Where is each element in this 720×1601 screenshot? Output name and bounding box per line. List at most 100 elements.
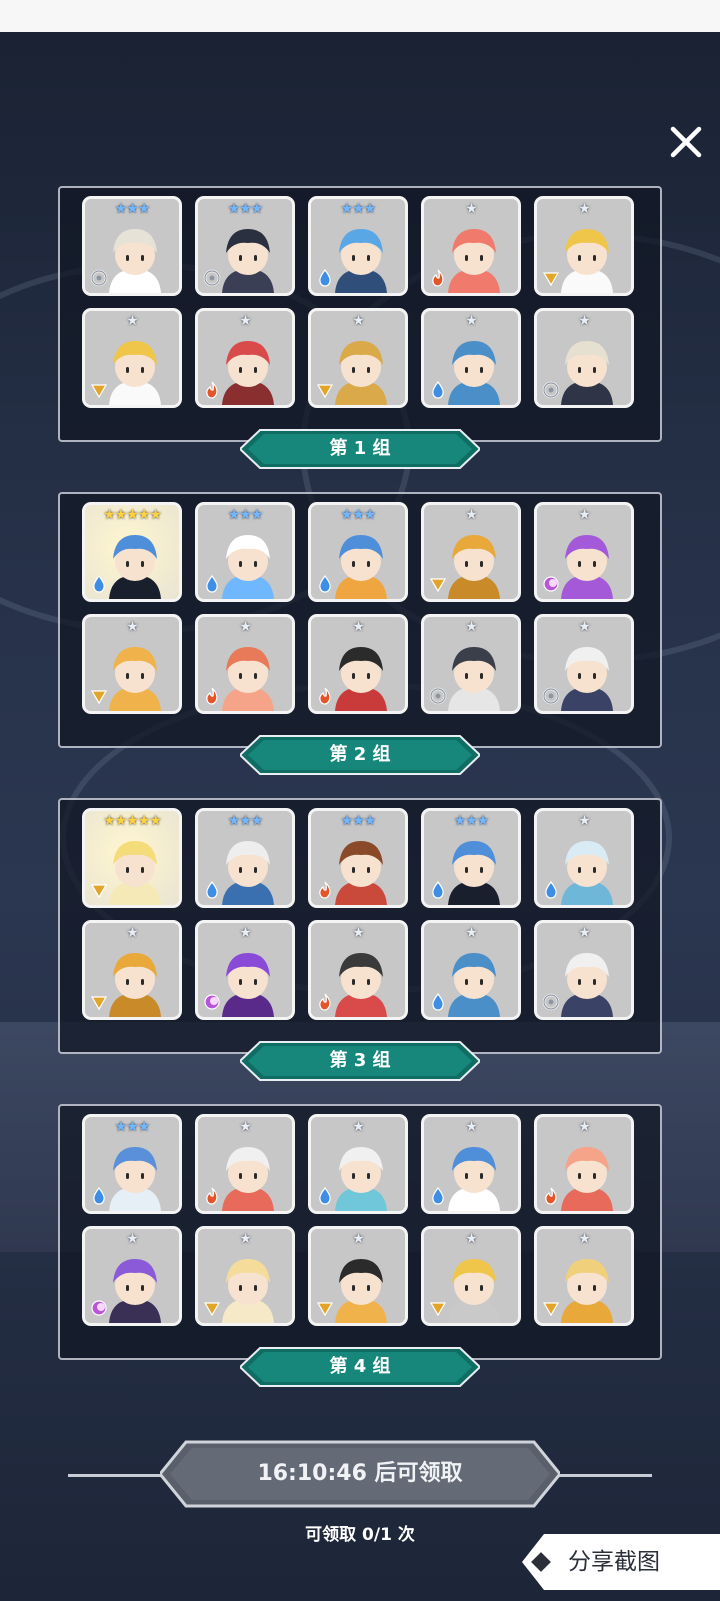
hero-card[interactable]: ★ (308, 614, 408, 714)
hero-card[interactable]: ★ (195, 1114, 295, 1214)
hero-card[interactable]: ★ (421, 308, 521, 408)
hero-card[interactable]: ★ (82, 308, 182, 408)
rarity-stars: ★ (578, 201, 591, 217)
hero-card[interactable]: ★ (421, 502, 521, 602)
hero-portrait (335, 535, 387, 599)
hero-card[interactable]: ★ (308, 308, 408, 408)
hero-portrait (561, 229, 613, 293)
hero-card[interactable]: ★★★ (195, 808, 295, 908)
hero-card[interactable]: ★ (421, 1226, 521, 1326)
water-element-icon (319, 269, 331, 287)
team-group-2-panel: ★★★★★ ★★★ ★★★ ★ ★ ★ ★ ★ ★ ★ (58, 492, 662, 748)
hero-card[interactable]: ★ (534, 614, 634, 714)
hero-card[interactable]: ★ (421, 920, 521, 1020)
hero-portrait (222, 841, 274, 905)
hero-card[interactable]: ★ (195, 614, 295, 714)
hero-card[interactable]: ★ (195, 1226, 295, 1326)
timer-divider-left (68, 1474, 168, 1477)
water-element-icon (545, 881, 557, 899)
hero-portrait (335, 1259, 387, 1323)
wind-element-icon (542, 381, 560, 399)
water-element-icon (206, 575, 218, 593)
hero-card[interactable]: ★ (534, 308, 634, 408)
hero-card[interactable]: ★ (308, 1114, 408, 1214)
rarity-stars: ★ (126, 1231, 139, 1247)
hero-portrait (222, 341, 274, 405)
hero-card[interactable]: ★ (421, 614, 521, 714)
hero-card[interactable]: ★ (534, 920, 634, 1020)
hero-card[interactable]: ★ (421, 196, 521, 296)
hero-card[interactable]: ★ (82, 920, 182, 1020)
hero-portrait (448, 229, 500, 293)
dark-element-icon (543, 576, 559, 592)
fire-element-icon (206, 381, 218, 399)
hero-portrait (109, 341, 161, 405)
hero-card[interactable]: ★★★ (82, 196, 182, 296)
hero-portrait (335, 953, 387, 1017)
rarity-stars: ★ (578, 619, 591, 635)
hero-card[interactable]: ★ (534, 1226, 634, 1326)
hero-card[interactable]: ★ (195, 308, 295, 408)
hero-grid: ★★★ ★ ★ ★ ★ ★ ★ ★ ★ ★ (82, 1114, 642, 1326)
light-element-icon (429, 1302, 447, 1317)
timer-divider-right (552, 1474, 652, 1477)
rarity-stars: ★★★ (453, 813, 490, 829)
water-element-icon (432, 1187, 444, 1205)
hero-card[interactable]: ★ (195, 920, 295, 1020)
hero-card[interactable]: ★ (534, 196, 634, 296)
rarity-stars: ★ (465, 1119, 478, 1135)
light-element-icon (90, 690, 108, 705)
rarity-stars: ★ (578, 813, 591, 829)
hero-card[interactable]: ★★★ (308, 808, 408, 908)
hero-grid: ★★★ ★★★ ★★★ ★ ★ ★ ★ ★ ★ ★ (82, 196, 642, 408)
hero-card[interactable]: ★★★★★ (82, 502, 182, 602)
water-element-icon (319, 575, 331, 593)
rarity-stars: ★ (578, 1119, 591, 1135)
hero-card[interactable]: ★ (534, 502, 634, 602)
water-element-icon (319, 1187, 331, 1205)
status-bar (0, 0, 720, 32)
team-group-1-panel: ★★★ ★★★ ★★★ ★ ★ ★ ★ ★ ★ ★ (58, 186, 662, 442)
share-screenshot-label[interactable]: 分享截图 (568, 1534, 708, 1590)
hero-card[interactable]: ★ (308, 920, 408, 1020)
hero-portrait (448, 953, 500, 1017)
hero-portrait (561, 535, 613, 599)
hero-card[interactable]: ★★★ (195, 502, 295, 602)
hero-card[interactable]: ★ (82, 1226, 182, 1326)
water-element-icon (93, 575, 105, 593)
hero-card[interactable]: ★★★ (308, 502, 408, 602)
fire-element-icon (319, 881, 331, 899)
hero-portrait (109, 953, 161, 1017)
light-element-icon (203, 1302, 221, 1317)
team-group-3-label: 第 3 组 (238, 1040, 482, 1082)
rarity-stars: ★ (239, 619, 252, 635)
hero-card[interactable]: ★★★★★ (82, 808, 182, 908)
hero-card[interactable]: ★★★ (82, 1114, 182, 1214)
hero-card[interactable]: ★★★ (308, 196, 408, 296)
team-group-3-panel: ★★★★★ ★★★ ★★★ ★★★ ★ ★ ★ ★ ★ ★ (58, 798, 662, 1054)
rarity-stars: ★ (126, 619, 139, 635)
rarity-stars: ★ (465, 925, 478, 941)
hero-portrait (109, 229, 161, 293)
hero-card[interactable]: ★ (534, 1114, 634, 1214)
hero-card[interactable]: ★ (82, 614, 182, 714)
hero-card[interactable]: ★ (534, 808, 634, 908)
rarity-stars: ★ (239, 1119, 252, 1135)
hero-portrait (222, 1259, 274, 1323)
team-group-1-label: 第 1 组 (238, 428, 482, 470)
hero-card[interactable]: ★ (421, 1114, 521, 1214)
wind-element-icon (542, 993, 560, 1011)
hero-card[interactable]: ★ (308, 1226, 408, 1326)
hero-portrait (109, 1259, 161, 1323)
group-label-text: 第 1 组 (329, 438, 391, 459)
wind-element-icon (203, 269, 221, 287)
hero-portrait (448, 535, 500, 599)
close-icon[interactable] (664, 120, 708, 164)
hero-portrait (335, 841, 387, 905)
rarity-stars: ★ (239, 313, 252, 329)
group-label-text: 第 4 组 (329, 1356, 391, 1377)
team-group-4-panel: ★★★ ★ ★ ★ ★ ★ ★ ★ ★ ★ (58, 1104, 662, 1360)
hero-card[interactable]: ★★★ (195, 196, 295, 296)
hero-portrait (335, 1147, 387, 1211)
hero-card[interactable]: ★★★ (421, 808, 521, 908)
